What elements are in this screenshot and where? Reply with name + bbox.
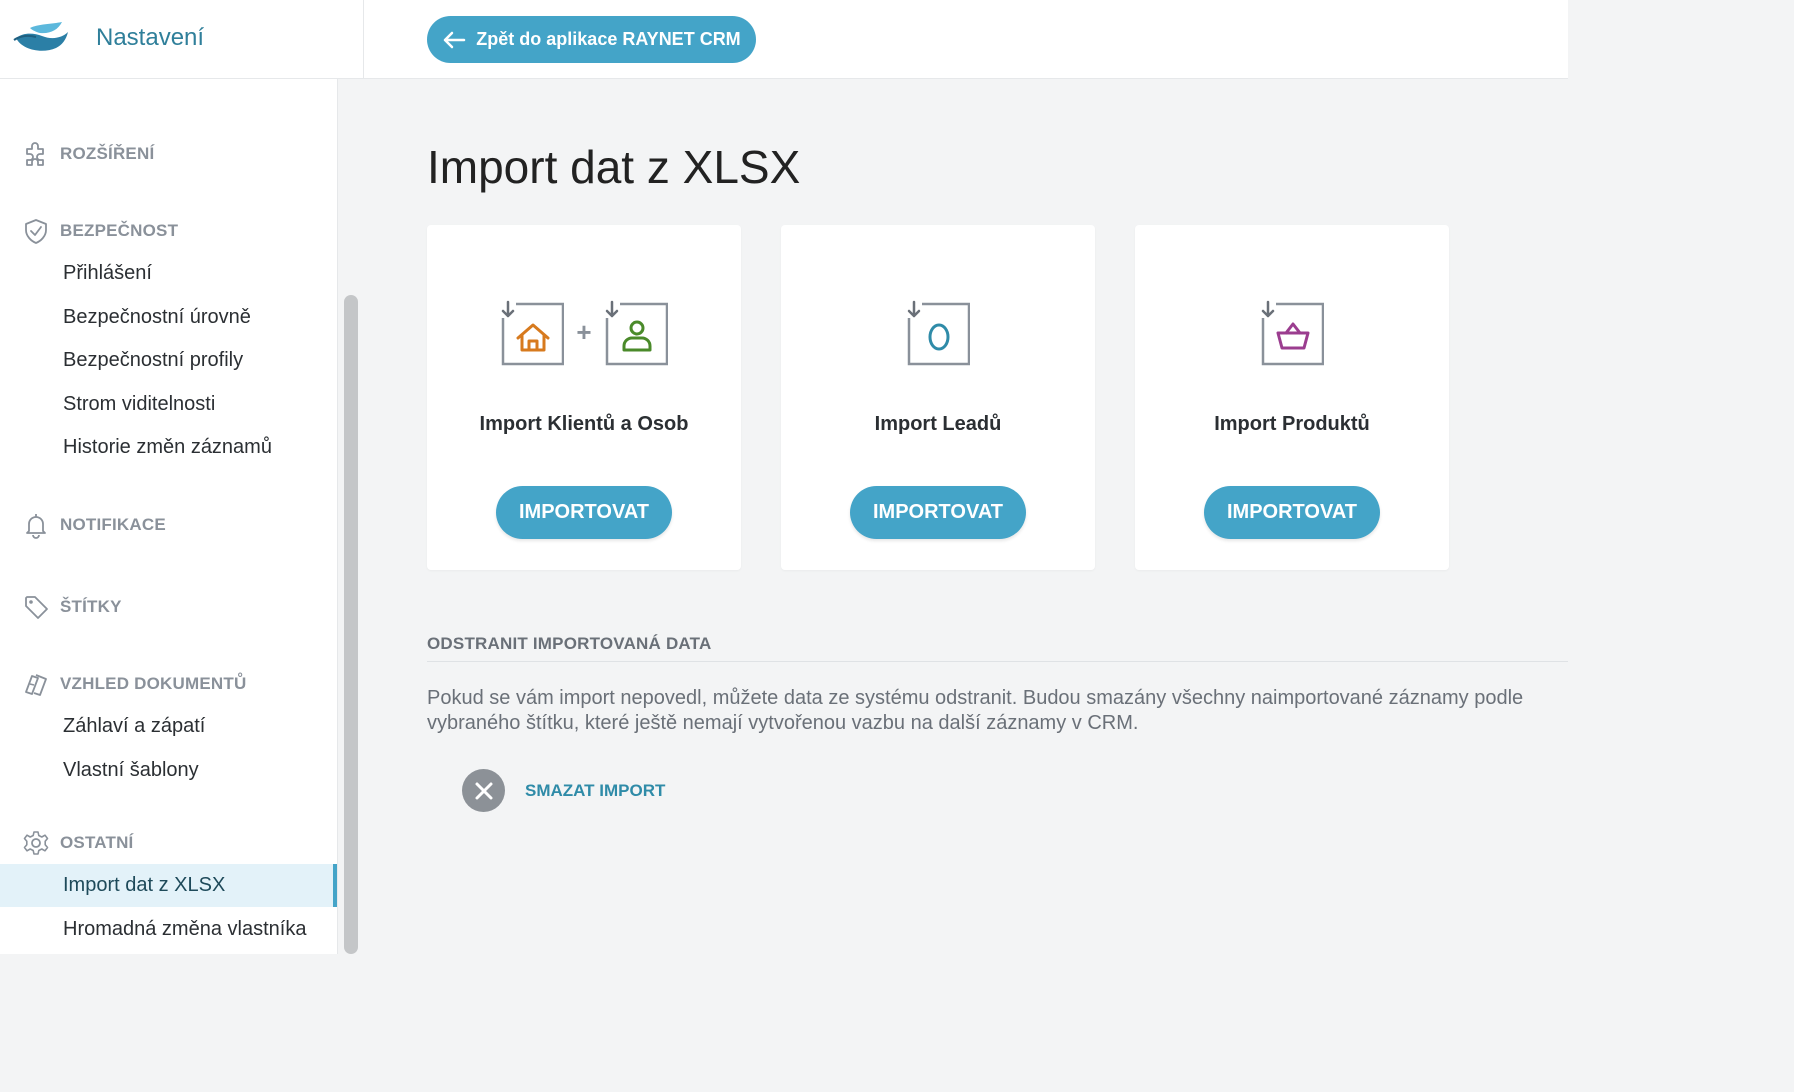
sidebar-item-vlastni-sablony[interactable]: Vlastní šablony [0, 749, 337, 792]
sidebar-section-label: NOTIFIKACE [60, 515, 166, 534]
card-icons [781, 285, 1095, 380]
delete-import-label: SMAZAT IMPORT [525, 780, 666, 800]
sidebar-item-prihlaseni[interactable]: Přihlášení [0, 252, 337, 295]
card-title: Import Klientů a Osob [479, 413, 689, 435]
sidebar-item-strom-viditelnosti[interactable]: Strom viditelnosti [0, 383, 337, 426]
sidebar-item-hromadna-zmena[interactable]: Hromadná změna vlastníka [0, 908, 337, 951]
sidebar-section-stitky[interactable]: ŠTÍTKY [22, 593, 122, 621]
sidebar-section-label: OSTATNÍ [60, 833, 134, 852]
bell-icon [22, 511, 50, 539]
import-products-card: Import Produktů IMPORTOVAT [1135, 225, 1449, 570]
import-company-icon [500, 299, 565, 365]
import-leads-card: Import Leadů IMPORTOVAT [781, 225, 1095, 570]
sidebar-item-bezpecnostni-urovne[interactable]: Bezpečnostní úrovně [0, 296, 337, 339]
raynet-logo-icon[interactable] [12, 20, 70, 56]
tag-icon [22, 593, 50, 621]
top-divider [363, 0, 364, 78]
sidebar-section-label: BEZPEČNOST [60, 221, 179, 240]
card-icons: + [427, 285, 741, 380]
page-title: Import dat z XLSX [427, 141, 801, 193]
import-person-icon [603, 299, 668, 365]
sidebar-section-label: VZHLED DOKUMENTŮ [60, 674, 247, 693]
puzzle-icon [22, 140, 50, 168]
import-product-basket-icon [1260, 299, 1324, 365]
import-clients-card: + Import Klientů a Osob IMPORTOVAT [427, 225, 741, 570]
import-clients-button[interactable]: IMPORTOVAT [496, 486, 672, 539]
sidebar-section-notifikace[interactable]: NOTIFIKACE [22, 511, 166, 539]
gear-icon [22, 829, 50, 857]
sidebar: ROZŠÍŘENÍ BEZPEČNOST Přihlášení Bezpečno… [0, 79, 337, 954]
card-icons [1135, 285, 1449, 380]
app-title: Nastavení [96, 24, 205, 51]
sidebar-section-label: ŠTÍTKY [60, 597, 122, 616]
sidebar-item-zahlavi-zapati[interactable]: Záhlaví a zápatí [0, 705, 337, 748]
delete-section-heading: ODSTRANIT IMPORTOVANÁ DATA [427, 634, 712, 653]
close-circle-icon [462, 769, 505, 812]
card-title: Import Produktů [1214, 413, 1370, 435]
plus-icon: + [576, 317, 592, 347]
delete-section-description: Pokud se vám import nepovedl, můžete dat… [427, 687, 1524, 734]
card-title: Import Leadů [874, 413, 1002, 435]
sidebar-scrollbar[interactable] [344, 295, 358, 954]
sidebar-section-vzhled-dokumentu[interactable]: VZHLED DOKUMENTŮ [22, 670, 246, 698]
arrow-left-icon [444, 31, 466, 48]
back-to-crm-button[interactable]: Zpět do aplikace RAYNET CRM [427, 16, 756, 63]
top-bar: Nastavení Zpět do aplikace RAYNET CRM [0, 0, 1568, 79]
sidebar-item-import-xlsx[interactable]: Import dat z XLSX [0, 864, 337, 907]
delete-import-button[interactable]: SMAZAT IMPORT [462, 769, 665, 812]
import-products-button[interactable]: IMPORTOVAT [1204, 486, 1380, 539]
document-style-icon [22, 670, 50, 698]
sidebar-item-bezpecnostni-profily[interactable]: Bezpečnostní profily [0, 339, 337, 382]
import-leads-button[interactable]: IMPORTOVAT [850, 486, 1026, 539]
sidebar-section-rozsireni[interactable]: ROZŠÍŘENÍ [22, 140, 154, 168]
sidebar-section-label: ROZŠÍŘENÍ [60, 144, 155, 163]
section-divider [427, 661, 1568, 662]
sidebar-section-ostatni[interactable]: OSTATNÍ [22, 829, 133, 857]
sidebar-section-bezpecnost[interactable]: BEZPEČNOST [22, 217, 178, 245]
sidebar-item-historie-zmen[interactable]: Historie změn záznamů [0, 426, 337, 469]
back-button-label: Zpět do aplikace RAYNET CRM [476, 29, 741, 49]
shield-icon [22, 217, 50, 245]
import-lead-icon [906, 299, 970, 365]
